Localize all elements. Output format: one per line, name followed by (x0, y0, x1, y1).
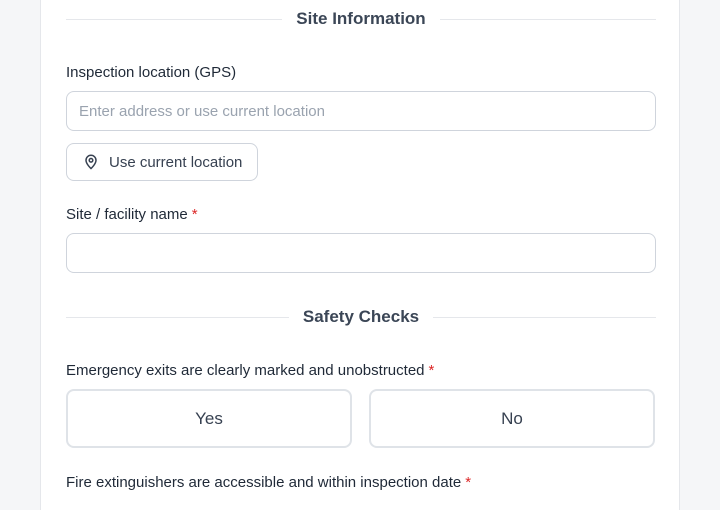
yes-label: Yes (195, 408, 223, 428)
exits-no-option[interactable]: No (369, 389, 655, 448)
section-divider-safety-checks: Safety Checks (66, 307, 657, 327)
section-title-site-information: Site Information (296, 9, 426, 28)
exits-question-label: Emergency exits are clearly marked and u… (66, 362, 434, 379)
no-label: No (501, 408, 523, 428)
section-title-safety-checks: Safety Checks (302, 307, 420, 326)
extinguishers-question-label: Fire extinguishers are accessible and wi… (66, 474, 471, 491)
required-marker: * (191, 206, 198, 223)
site-name-label-text: Site / facility name (66, 206, 188, 223)
gps-label: Inspection location (GPS) (66, 64, 237, 81)
exits-question-text: Emergency exits are clearly marked and u… (66, 362, 425, 379)
use-current-location-label: Use current location (109, 153, 243, 171)
divider-line (66, 316, 289, 318)
map-pin-icon (83, 154, 99, 170)
divider-line (433, 316, 657, 318)
gps-input[interactable] (66, 91, 656, 131)
extinguishers-question-text: Fire extinguishers are accessible and wi… (66, 474, 462, 491)
divider-line (66, 18, 283, 20)
site-name-label: Site / facility name * (66, 206, 198, 223)
required-marker: * (428, 362, 435, 379)
form-card: Site Information Inspection location (GP… (40, 0, 680, 510)
section-divider-site-information: Site Information (66, 9, 656, 29)
exits-yes-option[interactable]: Yes (66, 389, 352, 448)
site-name-input[interactable] (66, 233, 656, 273)
required-marker: * (465, 474, 472, 491)
divider-line (439, 18, 656, 20)
use-current-location-button[interactable]: Use current location (66, 143, 258, 181)
